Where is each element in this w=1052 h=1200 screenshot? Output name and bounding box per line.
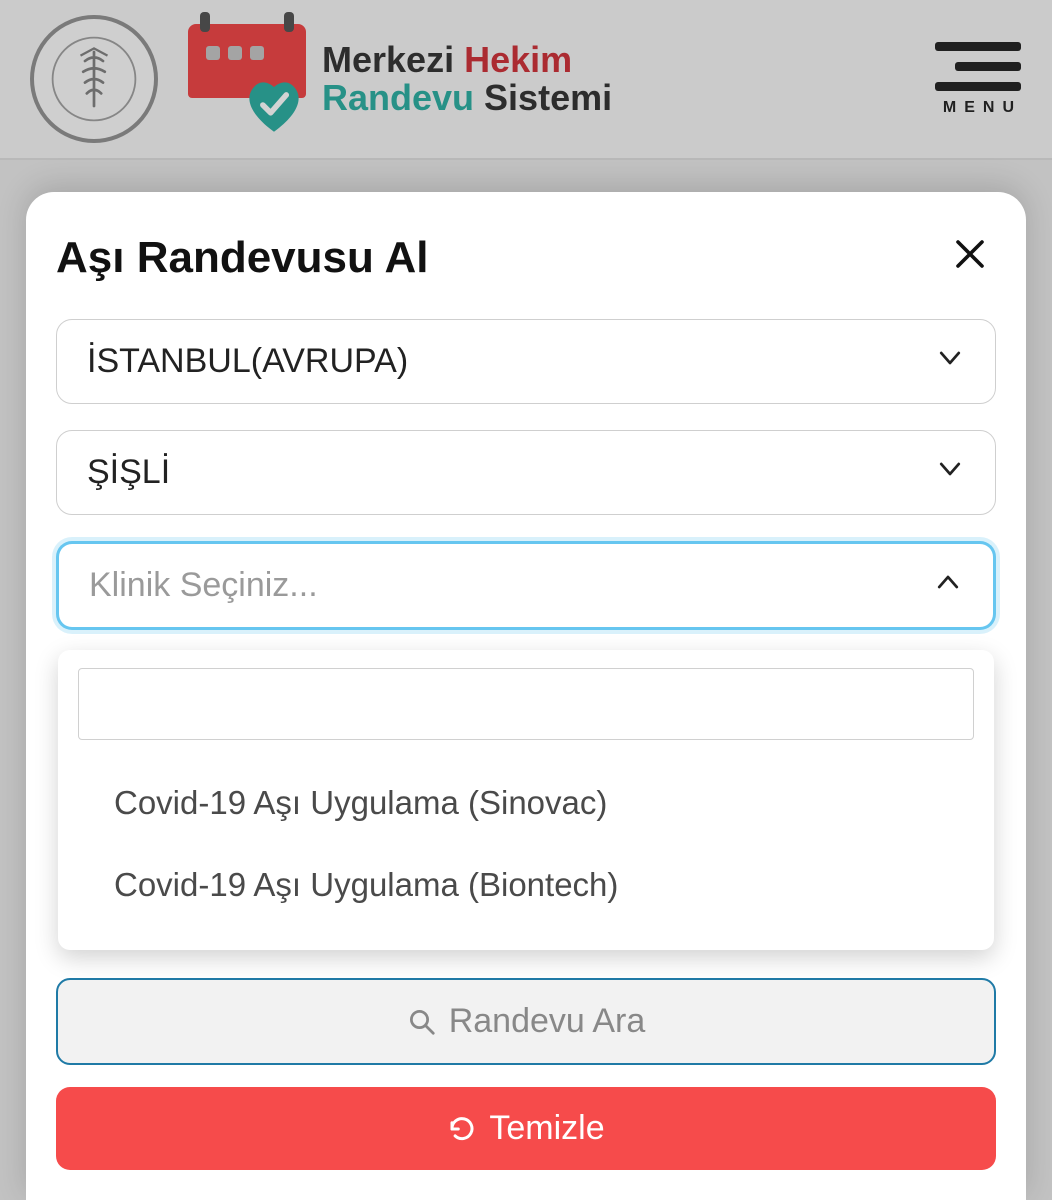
clinic-option[interactable]: Covid-19 Aşı Uygulama (Biontech) <box>78 844 974 926</box>
clinic-placeholder: Klinik Seçiniz... <box>89 566 318 605</box>
district-select[interactable]: ŞİŞLİ <box>56 430 996 515</box>
clinic-dropdown: Covid-19 Aşı Uygulama (Sinovac) Covid-19… <box>58 650 994 950</box>
chevron-down-icon <box>935 454 965 491</box>
modal-title: Aşı Randevusu Al <box>56 233 428 283</box>
chevron-up-icon <box>933 567 963 604</box>
refresh-icon <box>447 1114 477 1144</box>
clinic-search-input[interactable] <box>78 668 974 740</box>
close-icon <box>952 236 988 272</box>
chevron-down-icon <box>935 343 965 380</box>
vaccine-appointment-modal: Aşı Randevusu Al İSTANBUL(AVRUPA) ŞİŞLİ … <box>26 192 1026 1200</box>
district-value: ŞİŞLİ <box>87 453 170 492</box>
province-value: İSTANBUL(AVRUPA) <box>87 342 408 381</box>
search-appointment-button[interactable]: Randevu Ara <box>56 978 996 1065</box>
province-select[interactable]: İSTANBUL(AVRUPA) <box>56 319 996 404</box>
clear-button[interactable]: Temizle <box>56 1087 996 1170</box>
search-button-label: Randevu Ara <box>449 1002 646 1041</box>
clinic-select[interactable]: Klinik Seçiniz... <box>56 541 996 630</box>
search-icon <box>407 1007 437 1037</box>
modal-header: Aşı Randevusu Al <box>56 232 996 283</box>
close-button[interactable] <box>944 232 996 283</box>
modal-overlay: Aşı Randevusu Al İSTANBUL(AVRUPA) ŞİŞLİ … <box>0 0 1052 1200</box>
clinic-option[interactable]: Covid-19 Aşı Uygulama (Sinovac) <box>78 762 974 844</box>
clear-button-label: Temizle <box>489 1109 604 1148</box>
